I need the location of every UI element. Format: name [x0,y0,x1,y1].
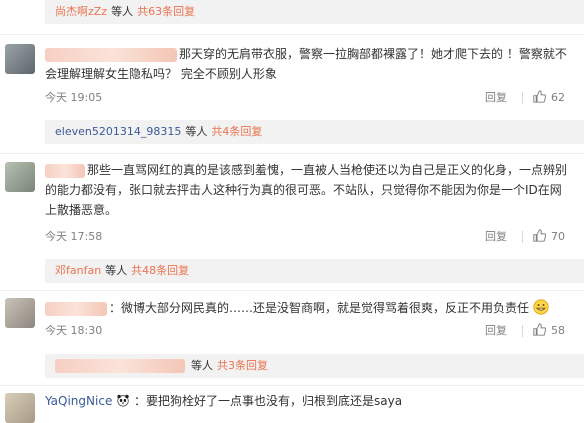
comment-meta: 今天 19:05 回复 62 [45,90,577,106]
comment-text: YaQingNice ：要把狗栓好了一点事也没有，归根到底还是saya [45,394,403,408]
thumbs-up-icon [533,90,546,103]
blurred-username[interactable] [55,359,185,373]
like-count: 70 [551,230,565,243]
reply-summary-4[interactable]: 等人 共3条回复 [45,354,584,378]
divider [0,290,584,291]
thumbs-up-icon [533,323,546,336]
comment-text: ：微博大部分网民真的……还是没智商啊，就是觉得骂着很爽，反正不用负责任 [45,298,570,318]
like-button[interactable]: 70 [533,229,565,245]
reply-count-link[interactable]: 共48条回复 [131,264,189,277]
blurred-username[interactable] [45,301,107,316]
panda-icon [117,394,129,407]
divider [0,385,584,386]
comment-meta: 今天 17:58 回复 70 [45,229,577,245]
reply-summary-2[interactable]: eleven5201314_98315 等人 共4条回复 [45,120,584,144]
divider [0,153,584,154]
reply-username[interactable]: 尚杰啊zZz [55,5,107,18]
reply-others-text: 等人 [191,359,213,372]
comment-meta: 今天 18:30 回复 58 [45,323,577,339]
avatar[interactable] [5,162,35,192]
comment-time: 今天 19:05 [45,91,103,104]
reply-others-text: 等人 [105,264,128,277]
blurred-username[interactable] [45,47,177,62]
thumbs-up-icon [533,229,546,242]
reply-others-text: 等人 [111,5,134,18]
grin-emoji-icon [533,299,549,315]
comment-text: 那天穿的无肩带衣服，警察一拉胸部都裸露了！她才爬下去的 ！警察就不会理解理解女生… [45,47,567,81]
reply-summary-1[interactable]: 尚杰啊zZz 等人 共63条回复 [45,0,584,24]
reply-summary-3[interactable]: 邓fanfan 等人 共48条回复 [45,259,584,283]
reply-count-link[interactable]: 共63条回复 [137,5,195,18]
comment-time: 今天 17:58 [45,230,103,243]
reply-username[interactable]: eleven5201314_98315 [55,125,181,138]
like-button[interactable]: 62 [533,90,565,106]
comment-time: 今天 18:30 [45,324,103,337]
reply-button[interactable]: 回复 [485,229,507,245]
divider [0,34,584,35]
like-count: 62 [551,91,565,104]
like-count: 58 [551,324,565,337]
reply-others-text: 等人 [185,125,208,138]
comment-username[interactable]: YaQingNice [45,394,112,408]
divider [522,92,523,104]
avatar[interactable] [5,393,35,423]
reply-username[interactable]: 邓fanfan [55,264,101,277]
like-button[interactable]: 58 [533,323,565,339]
reply-count-link[interactable]: 共3条回复 [217,359,268,372]
reply-button[interactable]: 回复 [485,323,507,339]
reply-count-link[interactable]: 共4条回复 [211,125,262,138]
avatar[interactable] [5,44,35,74]
divider [522,325,523,337]
divider [522,231,523,243]
comment-text: 那些一直骂网红的真的是该感到羞愧，一直被人当枪使还以为自己是正义的化身，一点辨别… [45,163,568,217]
avatar[interactable] [5,298,35,328]
blurred-username[interactable] [45,163,85,178]
reply-button[interactable]: 回复 [485,90,507,106]
